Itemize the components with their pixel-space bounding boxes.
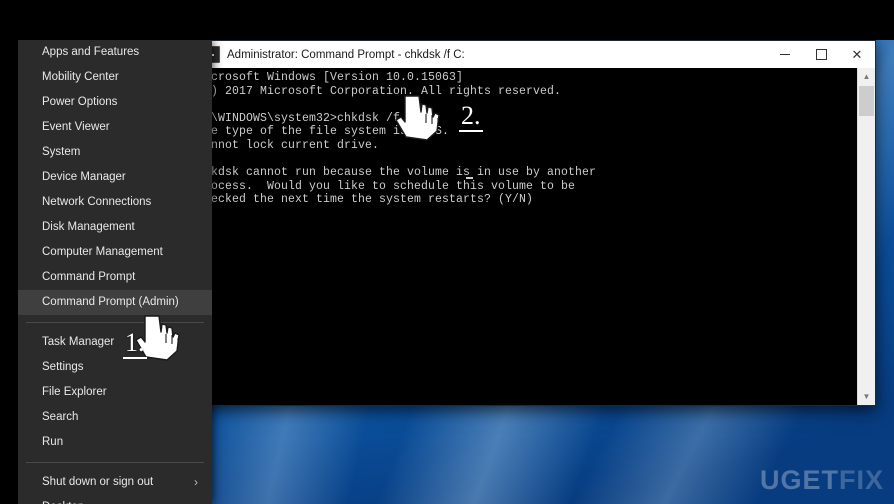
winx-item-label: Shut down or sign out (42, 476, 154, 488)
step-2-label: 2. (459, 101, 483, 132)
winx-item-search[interactable]: Search (18, 405, 212, 430)
winx-item-label: System (42, 146, 81, 158)
winx-item-network-connections[interactable]: Network Connections (18, 190, 212, 215)
window-title: Administrator: Command Prompt - chkdsk /… (227, 48, 465, 61)
winx-item-label: File Explorer (42, 386, 107, 398)
winx-item-shut-down-or-sign-out[interactable]: Shut down or sign out › (18, 470, 212, 495)
console-area[interactable]: Microsoft Windows [Version 10.0.15063] (… (193, 68, 875, 405)
console-scrollbar[interactable]: ▲ ▼ (857, 68, 875, 405)
watermark-text: UGET (759, 465, 839, 495)
winx-item-device-manager[interactable]: Device Manager (18, 165, 212, 190)
console-caret (466, 177, 473, 179)
scrollbar-thumb[interactable] (859, 86, 874, 116)
winx-item-label: Network Connections (42, 196, 152, 208)
winx-item-label: Computer Management (42, 246, 163, 258)
page-frame-top (0, 0, 894, 40)
winx-item-label: Event Viewer (42, 121, 110, 133)
winx-item-label: Apps and Features (42, 46, 140, 58)
winx-power-user-menu[interactable]: Apps and Features Mobility Center Power Op… (18, 40, 212, 504)
winx-item-label: Search (42, 411, 79, 423)
chevron-right-icon: › (194, 475, 198, 489)
screen-root: UGETFIX Administrator: Command Prompt - … (0, 0, 894, 504)
winx-item-computer-management[interactable]: Computer Management (18, 240, 212, 265)
winx-item-label: Run (42, 436, 64, 448)
close-icon: ✕ (851, 47, 863, 62)
minimize-icon (780, 54, 790, 55)
menu-separator (26, 462, 204, 463)
page-frame-left (0, 0, 18, 504)
winx-item-command-prompt-admin[interactable]: Command Prompt (Admin) (18, 290, 212, 315)
winx-item-disk-management[interactable]: Disk Management (18, 215, 212, 240)
maximize-button[interactable] (803, 41, 839, 68)
winx-item-run[interactable]: Run (18, 430, 212, 455)
close-button[interactable]: ✕ (839, 41, 875, 68)
scroll-down-arrow-icon[interactable]: ▼ (858, 388, 875, 405)
window-controls: ✕ (767, 41, 875, 68)
window-titlebar[interactable]: Administrator: Command Prompt - chkdsk /… (193, 41, 875, 69)
winx-item-system[interactable]: System (18, 140, 212, 165)
winx-item-label: Disk Management (42, 221, 135, 233)
site-watermark: UGETFIX (760, 465, 884, 496)
scroll-up-arrow-icon[interactable]: ▲ (858, 68, 875, 85)
winx-item-power-options[interactable]: Power Options (18, 90, 212, 115)
winx-item-label: Mobility Center (42, 71, 119, 83)
winx-item-desktop[interactable]: Desktop (18, 495, 212, 504)
maximize-icon (815, 49, 827, 60)
winx-item-label: Command Prompt (42, 271, 136, 283)
minimize-button[interactable] (767, 41, 803, 68)
winx-item-event-viewer[interactable]: Event Viewer (18, 115, 212, 140)
console-output-text: Microsoft Windows [Version 10.0.15063] (… (197, 71, 597, 207)
step-1-label: 1. (123, 328, 147, 359)
winx-item-command-prompt[interactable]: Command Prompt (18, 265, 212, 290)
winx-item-apps-and-features[interactable]: Apps and Features (18, 40, 212, 65)
winx-item-label: Command Prompt (Admin) (42, 296, 179, 308)
command-prompt-window[interactable]: Administrator: Command Prompt - chkdsk /… (192, 40, 876, 406)
winx-item-mobility-center[interactable]: Mobility Center (18, 65, 212, 90)
winx-item-label: Device Manager (42, 171, 126, 183)
hand-pointer-cursor-2 (393, 93, 447, 145)
winx-menu-list: Apps and Features Mobility Center Power Op… (18, 40, 212, 504)
winx-item-label: Task Manager (42, 336, 115, 348)
winx-item-file-explorer[interactable]: File Explorer (18, 380, 212, 405)
watermark-accent: FIX (838, 465, 884, 495)
winx-item-label: Power Options (42, 96, 118, 108)
winx-item-label: Settings (42, 361, 84, 373)
